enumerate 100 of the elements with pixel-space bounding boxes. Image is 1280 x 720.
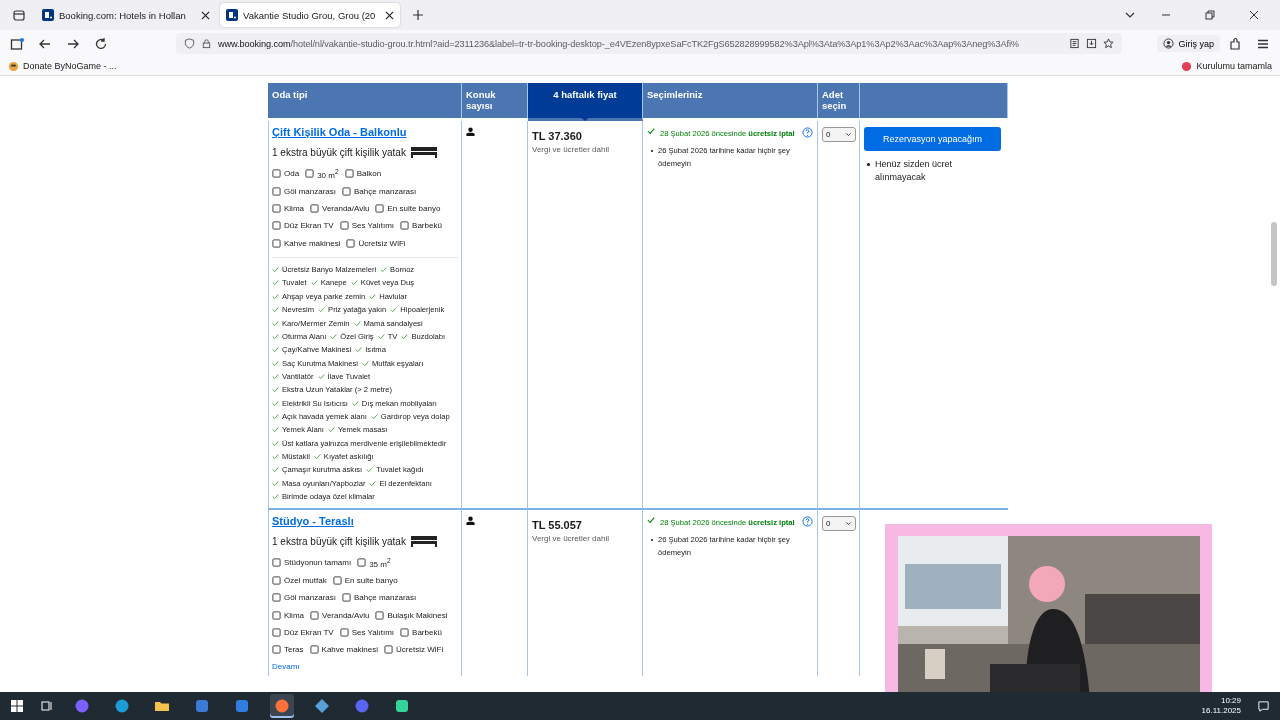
facility-text: Ses Yalıtımı: [351, 221, 395, 231]
facility-text: Göl manzarası: [284, 593, 337, 603]
square-icon: [272, 221, 281, 231]
check-icon: [310, 279, 318, 287]
bookmark-link[interactable]: Donate ByNoGame - ...: [8, 60, 117, 72]
check-icon: [350, 279, 358, 287]
square-icon: [272, 575, 281, 585]
close-icon[interactable]: [201, 10, 210, 20]
clock-date[interactable]: 16.11.2025: [1201, 706, 1241, 716]
reader-icon[interactable]: [1069, 38, 1080, 49]
square-icon: [272, 169, 281, 179]
column-header: Oda tipi: [268, 83, 462, 118]
shield-icon[interactable]: [184, 38, 195, 49]
square-icon: [384, 645, 394, 655]
facility-text: Teras: [284, 645, 304, 655]
facility-text: En suite banyo: [344, 575, 398, 585]
check-icon: [317, 372, 325, 380]
check-icon: [370, 412, 378, 420]
quantity-select[interactable]: 0: [822, 127, 856, 142]
new-tab-icon[interactable]: [412, 9, 424, 21]
facility-text: Veranda/Avlu: [322, 610, 370, 620]
facility-text: Bulaşık Makinesi: [387, 610, 448, 620]
facility-text: Kahve makinesi: [284, 238, 341, 248]
star-icon[interactable]: [1103, 38, 1114, 49]
scroll-thumb[interactable]: [1271, 222, 1277, 286]
square-icon: [272, 186, 281, 196]
bed-icon: [409, 535, 438, 548]
browser-tab[interactable]: Booking.com: Hotels in Hollan: [36, 3, 216, 27]
square-icon: [375, 203, 385, 213]
facility-text: Özel mutfak: [284, 575, 327, 585]
task-view-icon[interactable]: [40, 699, 54, 713]
square-icon: [272, 593, 281, 603]
extensions-icon[interactable]: [1228, 36, 1242, 51]
facility-text: Göl manzarası: [284, 186, 337, 196]
column-header: Seçimleriniz: [643, 83, 818, 118]
check-icon: [353, 319, 361, 327]
notification-icon[interactable]: [1257, 699, 1270, 713]
app-icon[interactable]: [270, 694, 294, 718]
square-icon: [310, 203, 319, 213]
more-link[interactable]: Devamı: [272, 662, 300, 672]
square-icon: [272, 645, 281, 655]
download-icon[interactable]: [1086, 38, 1097, 49]
clock-time[interactable]: 10:29: [1220, 696, 1241, 706]
check-icon: [369, 292, 377, 300]
check-icon: [351, 399, 359, 407]
close-icon[interactable]: [385, 10, 394, 20]
price-note: Vergi ve ücretler dahil: [532, 534, 610, 544]
restore-icon[interactable]: [1204, 9, 1216, 21]
facility-text: 35 m$^{2}$: [369, 557, 391, 569]
bookmark-link[interactable]: Kurulumu tamamla: [1181, 60, 1272, 72]
room-name-link[interactable]: Çift Kişilik Oda - Balkonlu: [272, 126, 407, 138]
column-header: Konuk sayısı: [462, 83, 528, 118]
caret-icon: [845, 520, 852, 528]
sidebar-icon[interactable]: [10, 36, 24, 51]
help-icon[interactable]: [802, 127, 813, 138]
square-icon: [400, 221, 410, 231]
address-bar[interactable]: www.booking.com/hotel/nl/vakantie-studio-grou.tr.html?aid=2311236&label=tr-tr-booking-desktop-_e4VEzen8ypxeSaFcTK2FgS652828999582%3Apl%3Ata%3Ap1%3Ap2%3Aac%3Aap%3Aneg%3Afi%: [176, 33, 1122, 54]
square-icon: [400, 627, 410, 637]
circle-icon: [1181, 60, 1193, 72]
url-text: www.booking.com/hotel/nl/vakantie-studio-grou.tr.html?aid=2311236&label=tr-tr-booking-desktop-_e4VEzen8ypxeSaFcTK2FgS652828999582%3Apl%3Ata%3Ap1%3Ap2%3Aac%3Aap%3Aneg%3Afi%: [218, 38, 1019, 49]
facility-text: Klima: [284, 203, 304, 213]
person-icon: [466, 127, 475, 136]
square-icon: [305, 169, 315, 179]
facility-text: En suite banyo: [387, 203, 441, 213]
quantity-select[interactable]: 0: [822, 516, 856, 532]
check-icon: [318, 306, 326, 314]
room-name-link[interactable]: Stüdyo - Teraslı: [272, 515, 354, 528]
facility-text: Kahve makinesi: [321, 645, 379, 655]
reserve-note: Henüz sizden ücret alınmayacak: [875, 158, 954, 184]
caret-icon: [845, 131, 852, 138]
facility-text: Veranda/Avlu: [322, 203, 370, 213]
square-icon: [309, 645, 319, 655]
tab-list-icon[interactable]: [12, 8, 26, 22]
browser-tab[interactable]: Vakantie Studio Grou, Grou (20: [220, 3, 400, 27]
check-icon: [380, 266, 388, 274]
square-icon: [310, 610, 319, 620]
lock-icon: [201, 38, 212, 49]
square-icon: [342, 186, 352, 196]
facility-text: Klima: [284, 610, 304, 620]
square-icon: [375, 610, 385, 620]
square-icon: [272, 238, 281, 248]
column-header: 4 haftalık fiyat: [528, 83, 643, 121]
facility-text: Düz Ekran TV: [284, 221, 334, 231]
square-icon: [342, 593, 352, 603]
square-icon: [272, 558, 281, 568]
reload-icon[interactable]: [94, 36, 108, 51]
square-icon: [272, 203, 281, 213]
price-note: Vergi ve ücretler dahil: [532, 145, 610, 154]
check-icon: [401, 332, 409, 340]
bed-text: 1 ekstra büyük çift kişilik yatak: [272, 146, 406, 158]
facility-text: Bahçe manzarası: [354, 186, 417, 196]
help-icon[interactable]: [802, 516, 813, 528]
reserve-button[interactable]: Rezervasyon yapacağım: [864, 127, 1001, 151]
sign-in-button[interactable]: Giriş yap: [1157, 35, 1220, 52]
windows-icon[interactable]: [10, 699, 24, 713]
facility-text: 30 m$^{2}$: [317, 167, 339, 180]
square-icon: [339, 627, 349, 637]
header-pointer: [578, 115, 592, 121]
column-header: Adet seçin: [818, 83, 860, 118]
close-icon[interactable]: [1248, 9, 1260, 21]
